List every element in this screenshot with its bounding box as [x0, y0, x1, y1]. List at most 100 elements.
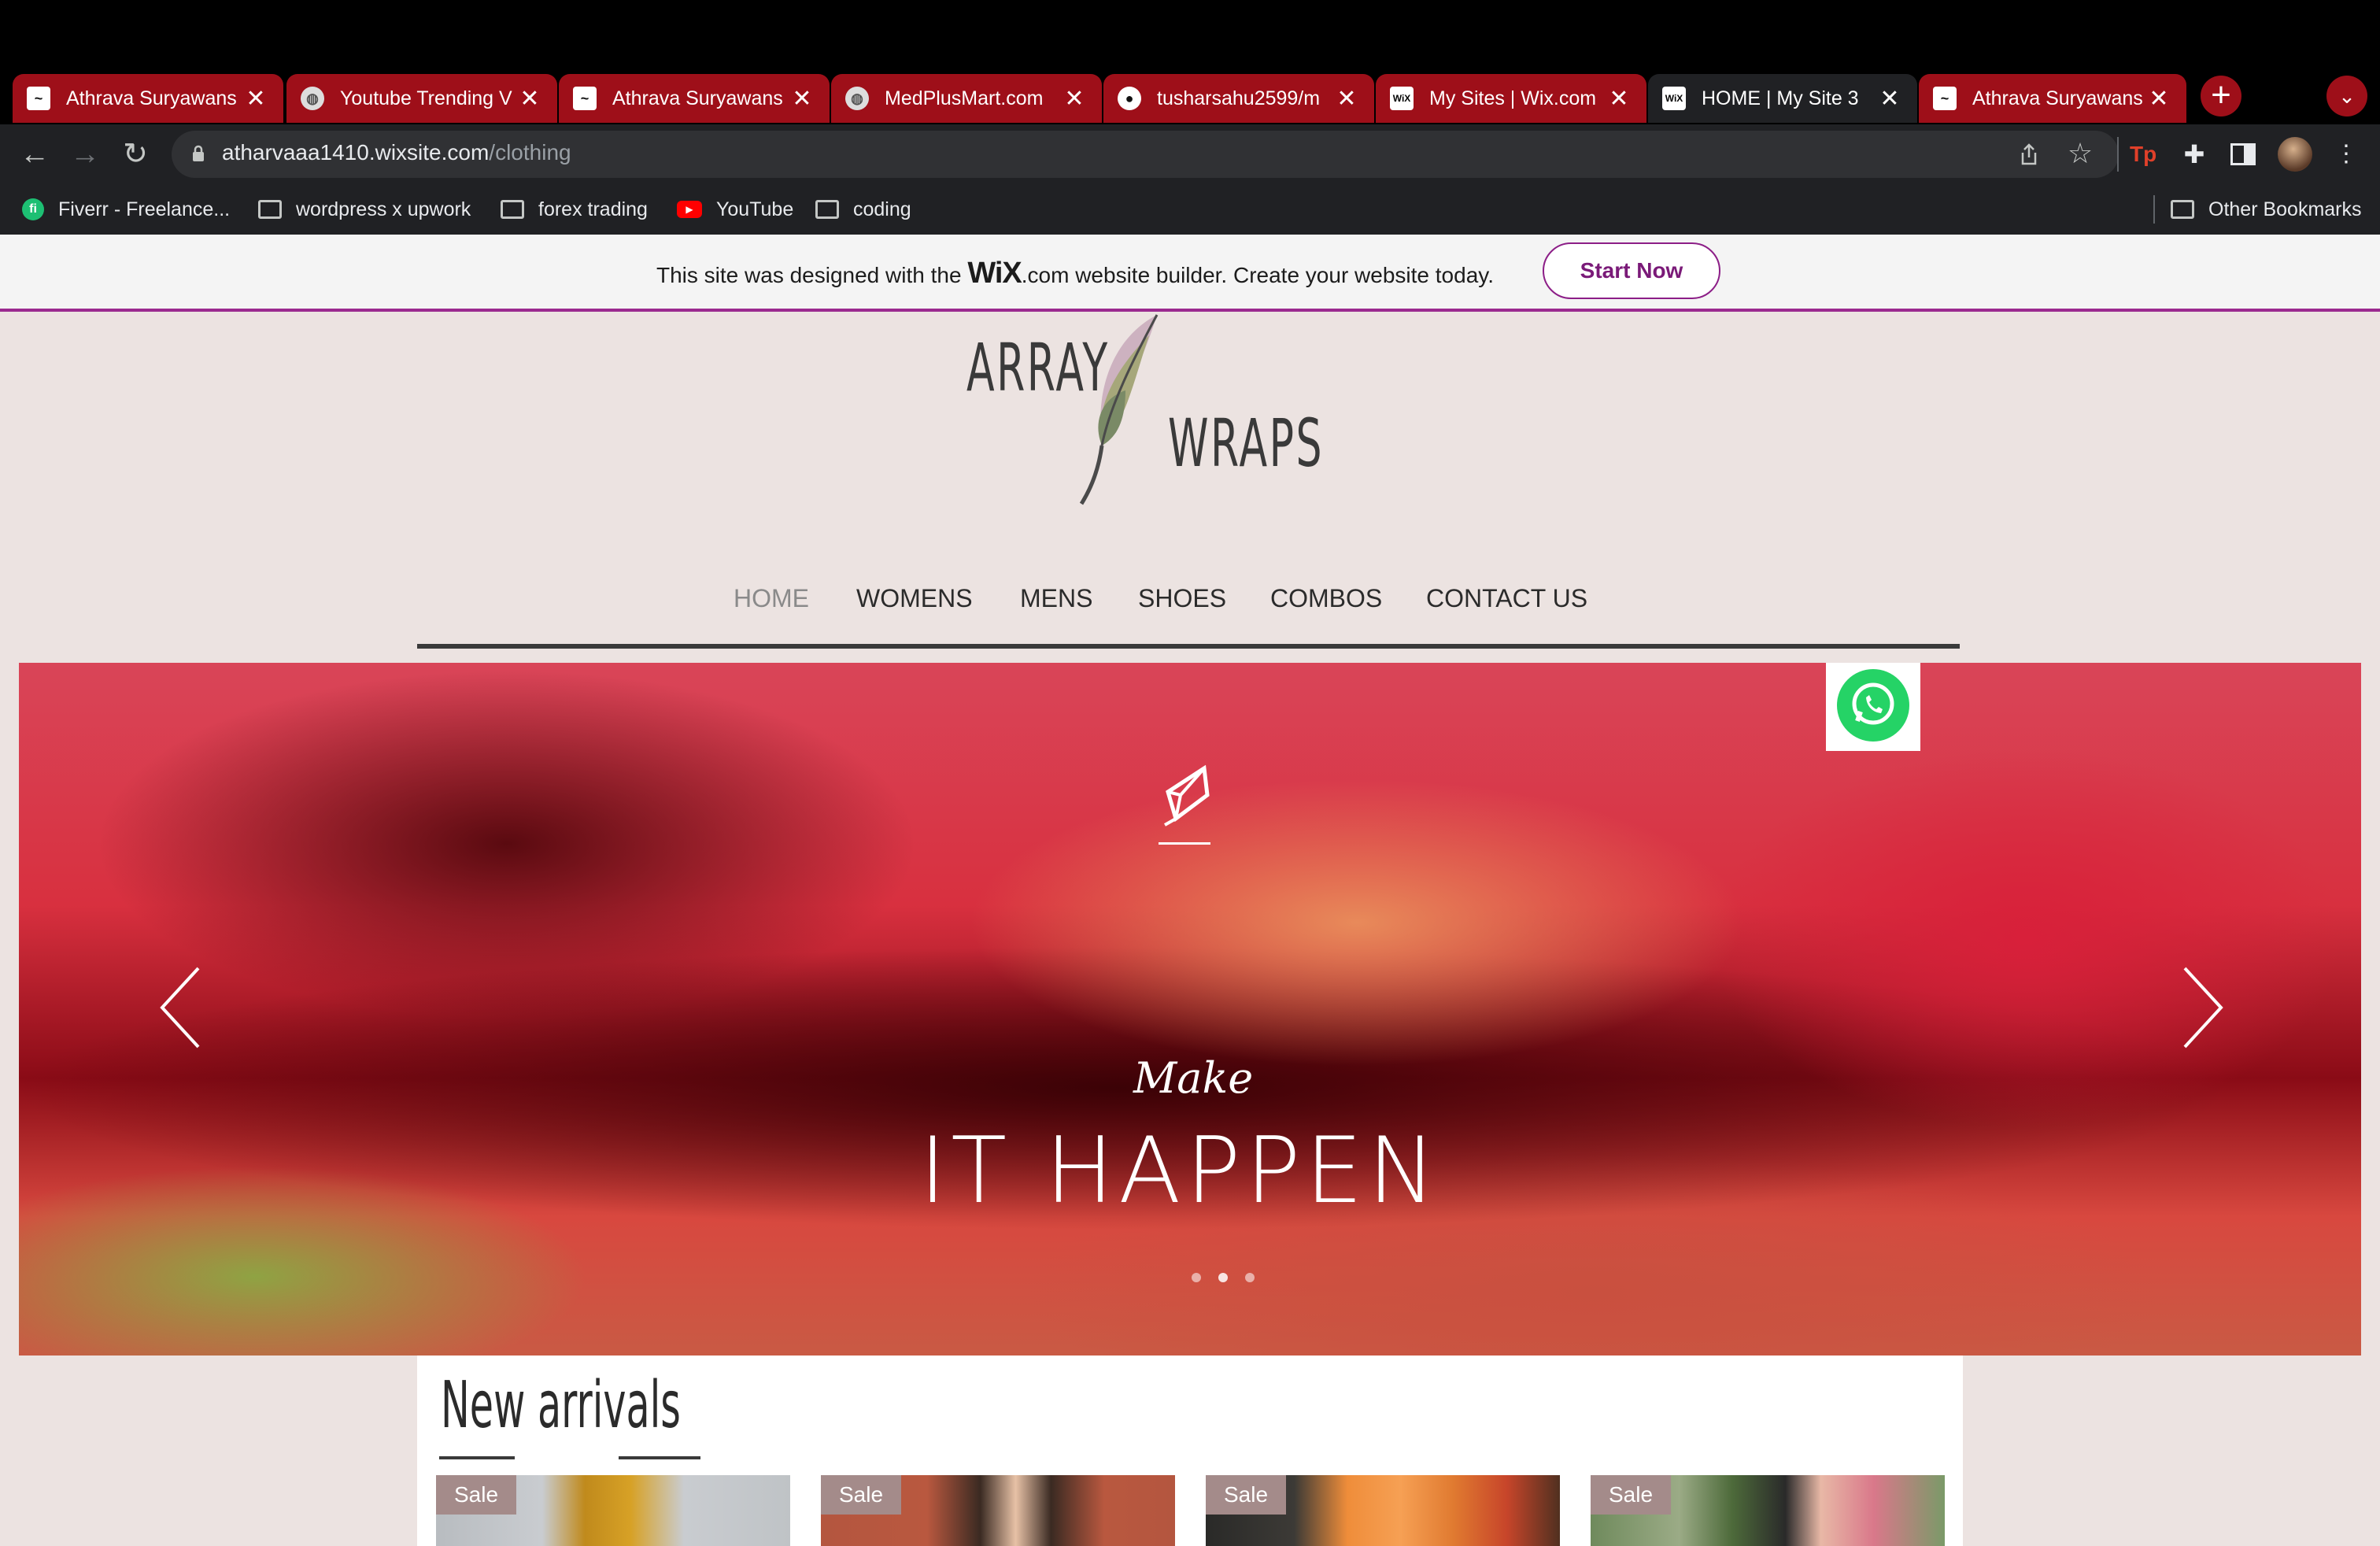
tab-title: Athrava Suryawans: [66, 87, 237, 109]
close-icon[interactable]: ✕: [1061, 85, 1088, 113]
github-icon: ●: [1118, 87, 1141, 110]
reload-icon[interactable]: ↻: [115, 134, 156, 175]
product-card[interactable]: Sale: [1591, 1475, 1945, 1546]
tab-1[interactable]: ~ Athrava Suryawans ✕: [13, 74, 283, 123]
bookmark-label: wordpress x upwork: [296, 198, 471, 220]
feather-logo-icon: [1070, 312, 1165, 505]
new-tab-button[interactable]: +: [2201, 76, 2241, 117]
bookmark-folder-forex[interactable]: forex trading: [501, 194, 648, 225]
tab-6[interactable]: WiX My Sites | Wix.com ✕: [1376, 74, 1646, 123]
tab-title: tusharsahu2599/m: [1157, 87, 1321, 109]
close-icon[interactable]: ✕: [516, 85, 543, 113]
hero-headline: IT HAPPEN: [919, 1118, 1441, 1224]
site-favicon-icon: ~: [573, 87, 597, 110]
tab-title: Youtube Trending V: [340, 87, 512, 109]
tab-search-button[interactable]: ⌄: [2326, 76, 2367, 117]
feather-mark-icon: [1157, 764, 1215, 827]
site-favicon-icon: ~: [27, 87, 50, 110]
other-bookmarks[interactable]: Other Bookmarks: [2171, 194, 2362, 225]
product-card[interactable]: Sale: [1206, 1475, 1560, 1546]
toolbar-divider: [2117, 137, 2119, 172]
nav-shoes[interactable]: SHOES: [1138, 584, 1226, 613]
bookmark-folder-wordpress[interactable]: wordpress x upwork: [258, 194, 471, 225]
globe-icon: ◍: [301, 87, 324, 110]
back-arrow-icon[interactable]: ←: [14, 134, 55, 175]
bookmark-label: coding: [853, 198, 911, 220]
slide-dot[interactable]: [1245, 1273, 1255, 1282]
wix-banner-text: This site was designed with the WiX.com …: [656, 257, 1494, 290]
bookmark-folder-coding[interactable]: coding: [815, 194, 911, 225]
title-underline: [439, 1456, 515, 1459]
globe-icon: ◍: [845, 87, 869, 110]
star-icon[interactable]: ☆: [2065, 139, 2095, 168]
close-icon[interactable]: ✕: [1333, 85, 1360, 113]
close-icon[interactable]: ✕: [789, 85, 815, 113]
bookmark-fiverr[interactable]: fi Fiverr - Freelance...: [22, 194, 230, 225]
site-favicon-icon: ~: [1933, 87, 1957, 110]
sale-badge: Sale: [1206, 1475, 1286, 1515]
next-slide-arrow-icon[interactable]: [2174, 960, 2229, 1055]
tab-4[interactable]: ◍ MedPlusMart.com ✕: [831, 74, 1102, 123]
bookmark-divider: [2153, 195, 2155, 224]
menu-divider: [417, 644, 1960, 649]
tab-title: My Sites | Wix.com: [1429, 87, 1597, 109]
hero-script-text: Make: [1133, 1053, 1254, 1103]
tab-3[interactable]: ~ Athrava Suryawans ✕: [559, 74, 830, 123]
close-icon[interactable]: ✕: [1606, 85, 1632, 113]
logo-text-wraps: WRAPS: [1168, 405, 1325, 482]
prev-slide-arrow-icon[interactable]: [154, 960, 209, 1055]
tab-strip: ~ Athrava Suryawans ✕ ◍ Youtube Trending…: [0, 69, 2380, 124]
fiverr-icon: fi: [22, 198, 44, 220]
title-underline: [619, 1456, 700, 1459]
folder-icon: [501, 200, 524, 219]
sale-badge: Sale: [1591, 1475, 1671, 1515]
close-icon[interactable]: ✕: [2145, 85, 2172, 113]
tab-8[interactable]: ~ Athrava Suryawans ✕: [1919, 74, 2186, 123]
tab-7-active[interactable]: WiX HOME | My Site 3 ✕: [1648, 74, 1917, 123]
side-panel-icon[interactable]: [2230, 143, 2256, 165]
close-icon[interactable]: ✕: [242, 85, 269, 113]
start-now-button[interactable]: Start Now: [1543, 242, 1720, 299]
nav-mens[interactable]: MENS: [1020, 584, 1092, 613]
forward-arrow-icon[interactable]: →: [65, 134, 105, 175]
nav-womens[interactable]: WOMENS: [856, 584, 973, 613]
share-icon[interactable]: [2015, 140, 2043, 168]
product-card[interactable]: Sale: [821, 1475, 1175, 1546]
folder-icon: [815, 200, 839, 219]
folder-icon: [2171, 200, 2194, 219]
wix-icon: WiX: [1390, 87, 1414, 110]
more-menu-icon[interactable]: ⋮: [2333, 139, 2360, 170]
sale-badge: Sale: [436, 1475, 516, 1515]
folder-icon: [258, 200, 282, 219]
bookmark-label: forex trading: [538, 198, 648, 220]
tab-title: Athrava Suryawans: [1972, 87, 2143, 109]
sale-badge: Sale: [821, 1475, 901, 1515]
whatsapp-widget[interactable]: [1826, 663, 1920, 751]
bookmark-youtube[interactable]: ▶ YouTube: [677, 194, 793, 225]
url-text: atharvaaa1410.wixsite.com/clothing: [222, 140, 571, 165]
wix-icon: WiX: [1662, 87, 1686, 110]
nav-combos[interactable]: COMBOS: [1270, 584, 1382, 613]
nav-contact-us[interactable]: CONTACT US: [1426, 584, 1587, 613]
close-icon[interactable]: ✕: [1876, 85, 1903, 113]
whatsapp-icon: [1837, 669, 1909, 742]
product-card[interactable]: Sale: [436, 1475, 790, 1546]
profile-avatar[interactable]: [2278, 137, 2312, 172]
tab-5[interactable]: ● tusharsahu2599/m ✕: [1103, 74, 1374, 123]
youtube-icon: ▶: [677, 201, 702, 218]
slide-indicators[interactable]: [1192, 1272, 1272, 1286]
tab-title: HOME | My Site 3: [1702, 87, 1859, 109]
hero-divider: [1159, 842, 1210, 845]
slide-dot[interactable]: [1192, 1273, 1201, 1282]
tab-title: Athrava Suryawans: [612, 87, 783, 109]
puzzle-icon[interactable]: ✚: [2179, 139, 2210, 170]
tab-title: MedPlusMart.com: [885, 87, 1044, 109]
extension-tp-icon[interactable]: Tp: [2130, 140, 2160, 168]
section-title: New arrivals: [441, 1368, 681, 1443]
other-bookmarks-label: Other Bookmarks: [2208, 198, 2362, 220]
nav-home[interactable]: HOME: [734, 584, 809, 613]
lock-icon: [192, 145, 205, 162]
tab-2[interactable]: ◍ Youtube Trending V ✕: [286, 74, 557, 123]
bookmark-label: Fiverr - Freelance...: [58, 198, 231, 220]
slide-dot-active[interactable]: [1218, 1273, 1228, 1282]
